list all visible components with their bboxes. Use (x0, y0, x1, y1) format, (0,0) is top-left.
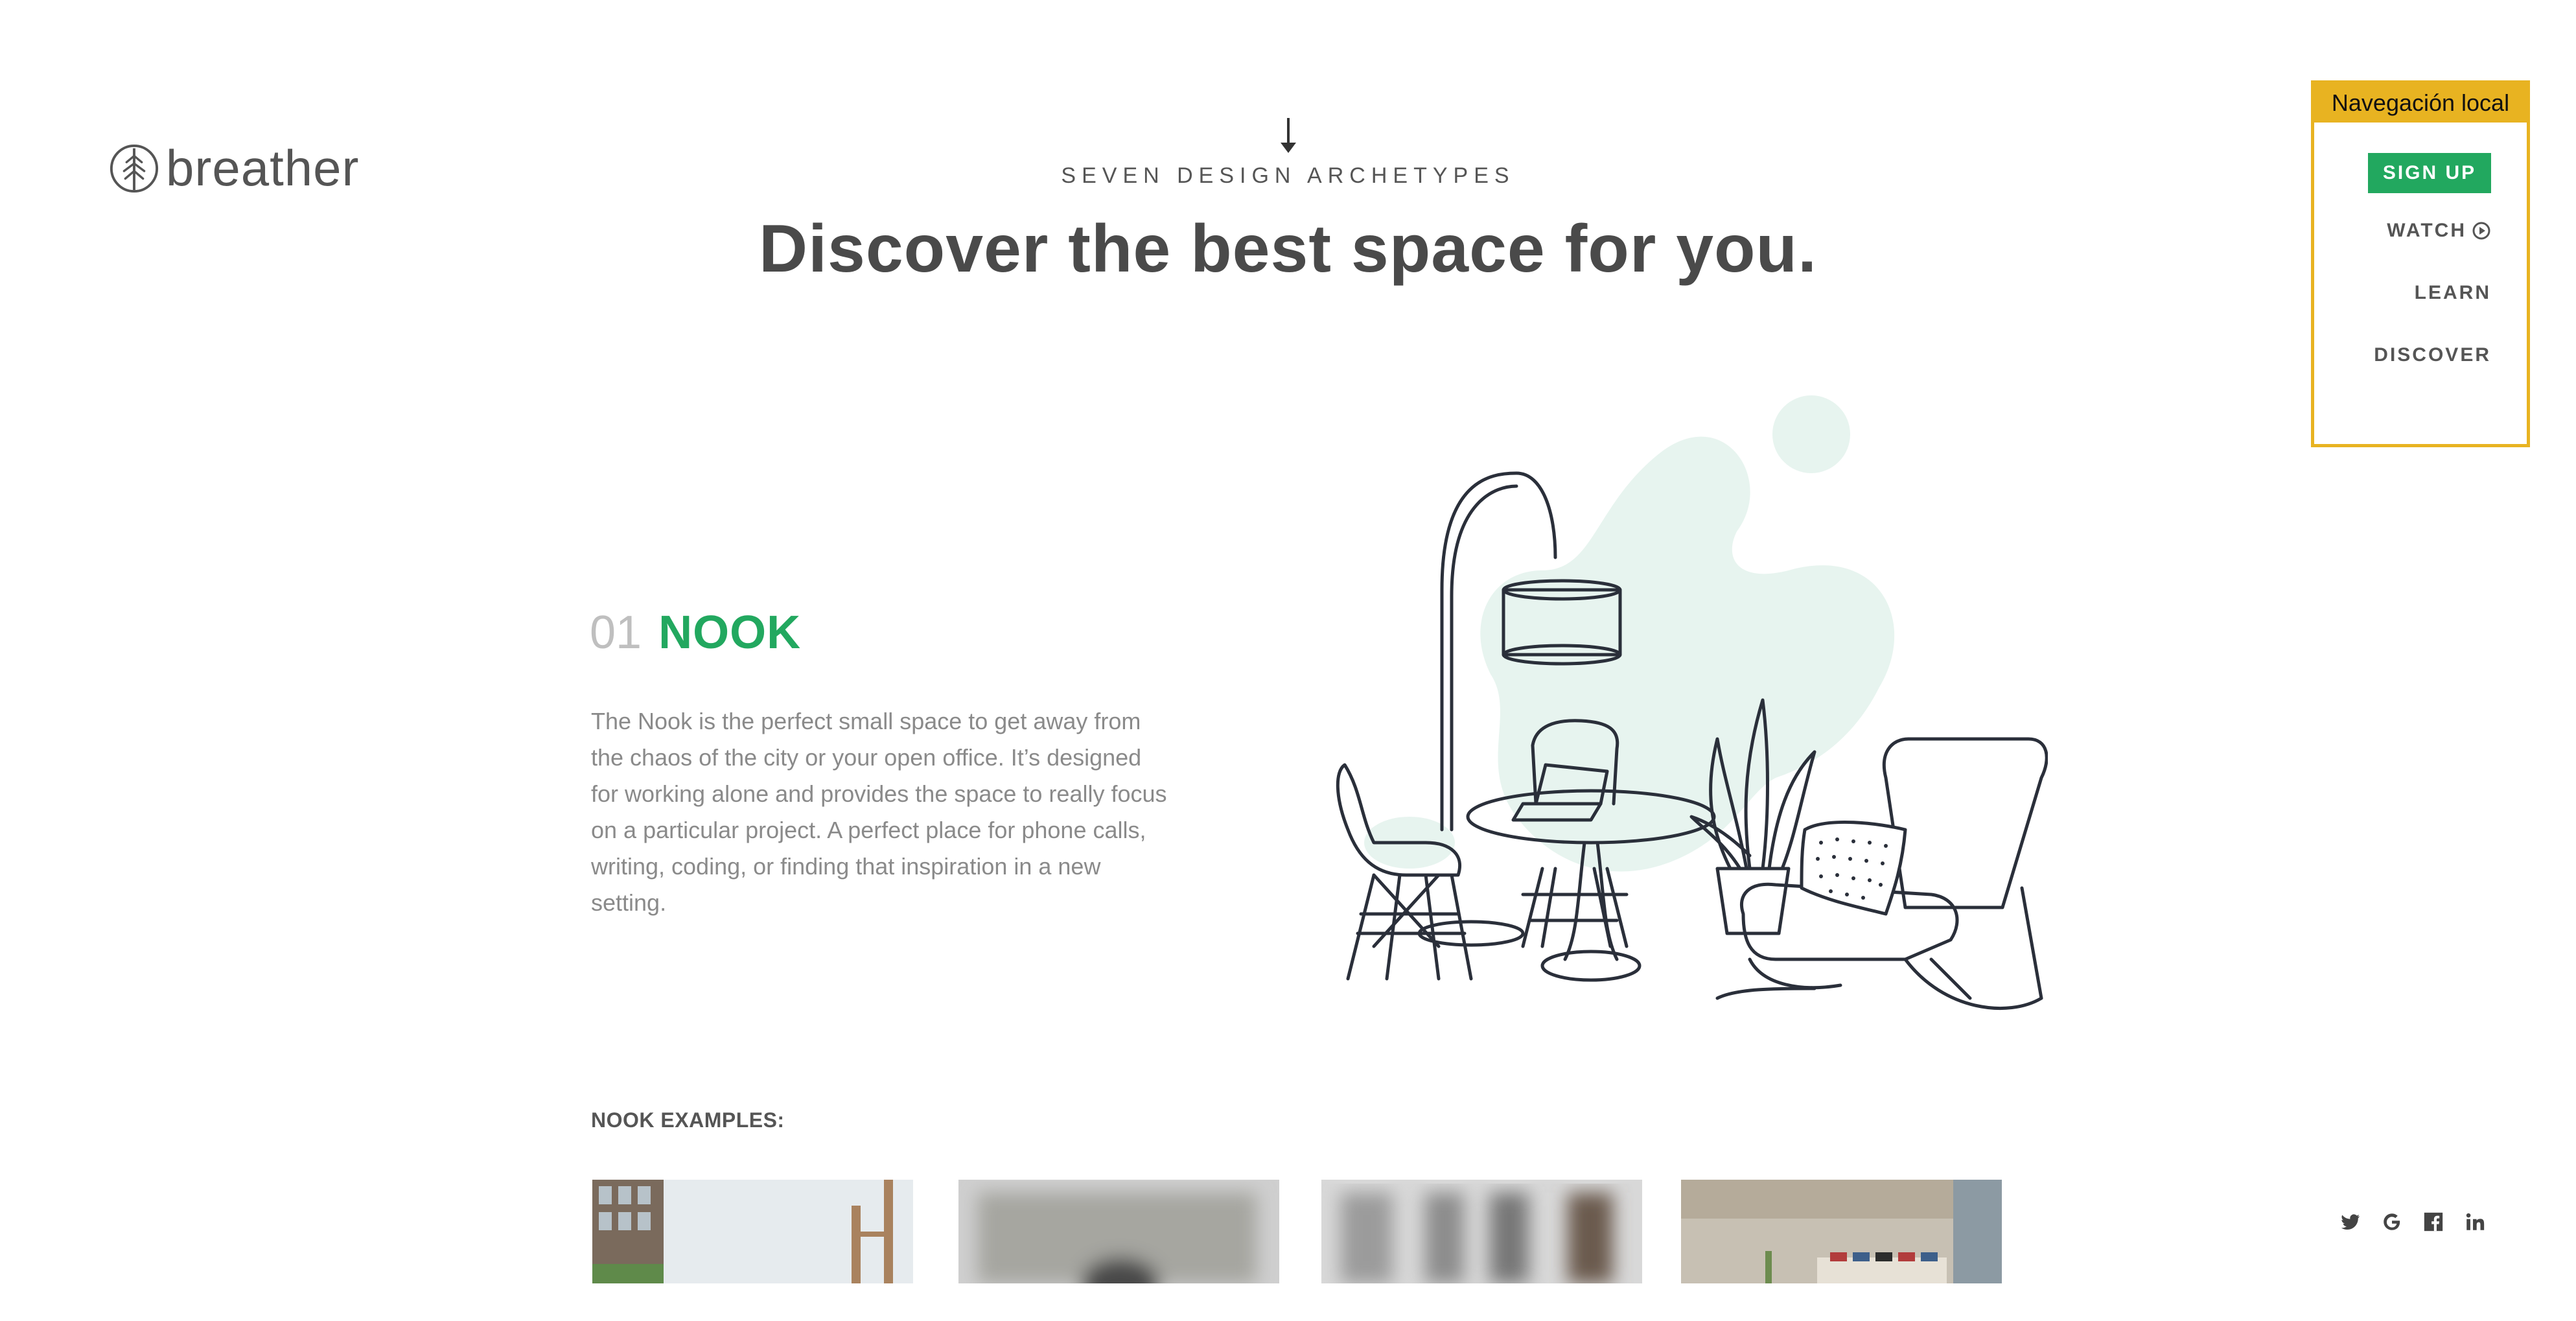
local-navigation-panel: Navegación local SIGN UP WATCH LEARN DIS… (2311, 80, 2530, 447)
hero-section: SEVEN DESIGN ARCHETYPES Discover the bes… (0, 117, 2576, 288)
social-links (2339, 1211, 2486, 1233)
arrow-down-icon[interactable] (1275, 117, 1301, 156)
example-photo[interactable] (1321, 1180, 1642, 1283)
linkedin-icon[interactable] (2464, 1211, 2486, 1233)
play-icon (2472, 222, 2490, 240)
examples-label: NOOK EXAMPLES: (591, 1108, 785, 1132)
google-icon[interactable] (2381, 1211, 2403, 1233)
example-photo[interactable] (1681, 1180, 2002, 1283)
nook-illustration (1336, 395, 2048, 1010)
twitter-icon[interactable] (2339, 1211, 2361, 1233)
sign-up-button[interactable]: SIGN UP (2368, 153, 2491, 193)
discover-link[interactable]: DISCOVER (2374, 344, 2491, 366)
learn-link[interactable]: LEARN (2415, 282, 2491, 304)
local-navigation-items: SIGN UP WATCH LEARN DISCOVER (2314, 123, 2527, 447)
archetype-title: NOOK (658, 607, 802, 659)
page: breather SEVEN DESIGN ARCHETYPES Discove… (0, 0, 2576, 1321)
examples-gallery (592, 1180, 2005, 1283)
watch-label: WATCH (2387, 220, 2466, 241)
local-navigation-header: Navegación local (2314, 84, 2527, 123)
archetype-description: The Nook is the perfect small space to g… (591, 708, 1167, 916)
section-eyebrow: SEVEN DESIGN ARCHETYPES (1061, 163, 1515, 188)
page-title: Discover the best space for you. (759, 211, 1817, 286)
example-photo[interactable] (958, 1180, 1279, 1283)
example-photo[interactable] (592, 1180, 913, 1283)
archetype-heading: 01 NOOK (590, 606, 801, 659)
facebook-icon[interactable] (2422, 1211, 2444, 1233)
watch-link[interactable]: WATCH (2387, 220, 2491, 242)
archetype-number: 01 (590, 607, 642, 659)
